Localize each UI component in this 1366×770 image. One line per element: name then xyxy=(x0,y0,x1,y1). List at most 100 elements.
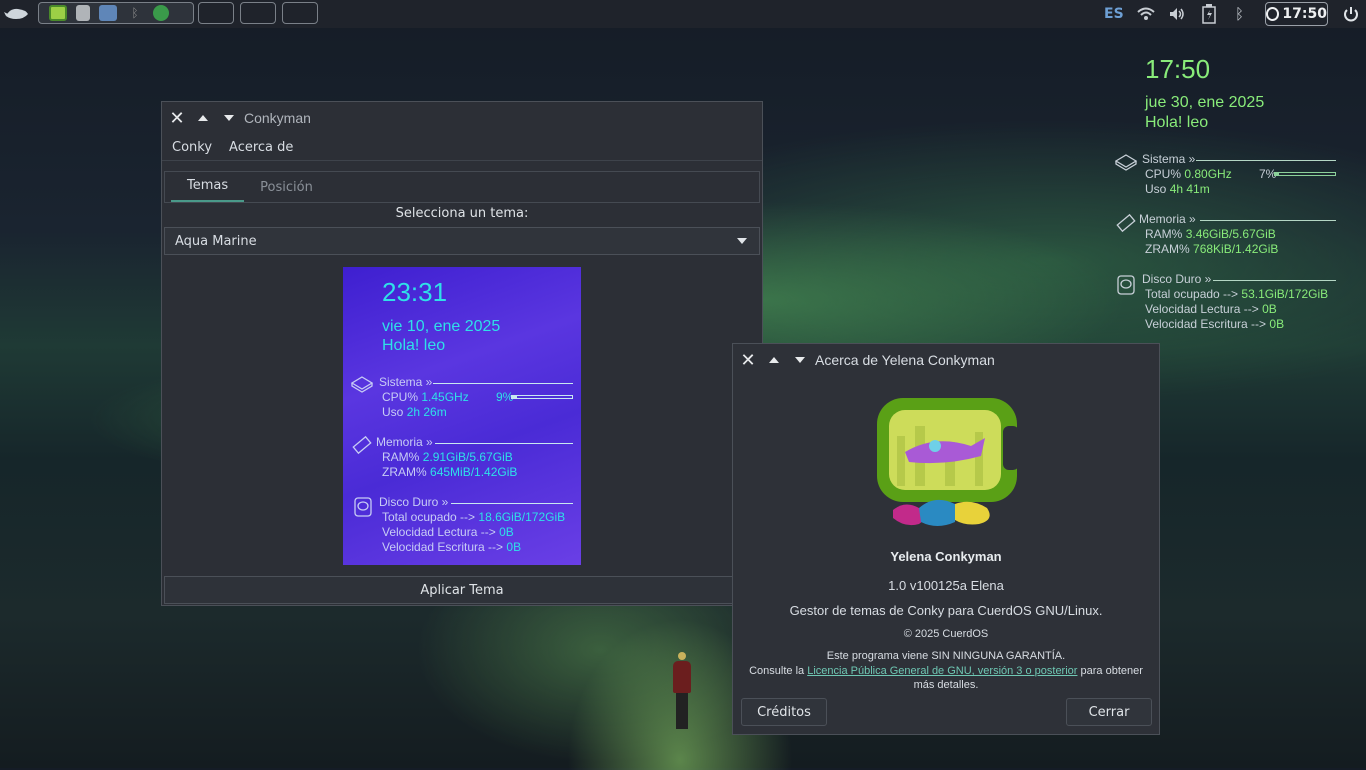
preview-disk-read-value: 0B xyxy=(499,525,514,539)
system-section-title: Sistema » xyxy=(1142,152,1196,166)
minimize-icon[interactable] xyxy=(795,357,805,363)
chat-app-icon[interactable] xyxy=(49,5,67,21)
ram-label: RAM% xyxy=(1145,227,1183,241)
license-notice: Consulte la Licencia Pública General de … xyxy=(733,664,1159,692)
uptime-label: Uso xyxy=(1145,182,1167,196)
preview-zram-value: 645MiB/1.42GiB xyxy=(430,465,518,479)
memory-section-title: Memoria » xyxy=(1139,212,1196,226)
ram-value: 3.46GiB/5.67GiB xyxy=(1185,227,1276,241)
panel-clock[interactable]: 17:50 xyxy=(1265,2,1328,26)
close-button[interactable]: Cerrar xyxy=(1066,698,1152,726)
about-titlebar[interactable]: ✕ Acerca de Yelena Conkyman xyxy=(733,344,1159,376)
tab-bar: Temas Posición xyxy=(165,172,759,203)
theme-dropdown[interactable]: Aqua Marine xyxy=(164,227,760,255)
disk-read-label: Velocidad Lectura --> xyxy=(1145,302,1259,316)
disk-total-label: Total ocupado --> xyxy=(1145,287,1239,301)
bluetooth-app-icon[interactable]: ᛒ xyxy=(126,5,144,21)
menu-conky[interactable]: Conky xyxy=(172,140,212,155)
window-title: Conkyman xyxy=(244,110,311,126)
preview-cpu-label: CPU% xyxy=(382,390,419,404)
menu-logo-icon[interactable] xyxy=(4,5,30,23)
app-logo-icon xyxy=(877,398,1019,526)
disk-read-value: 0B xyxy=(1262,302,1277,316)
minimize-icon[interactable] xyxy=(224,115,234,121)
battery-icon[interactable] xyxy=(1202,4,1216,24)
preview-ram-chip-icon xyxy=(352,435,372,455)
license-suffix: para obtener xyxy=(1080,665,1143,677)
maximize-icon[interactable] xyxy=(198,115,208,121)
bluetooth-icon[interactable]: ᛒ xyxy=(1235,5,1244,23)
power-icon[interactable] xyxy=(1343,6,1359,22)
disk-write-value: 0B xyxy=(1269,317,1285,331)
about-window-title: Acerca de Yelena Conkyman xyxy=(815,352,995,368)
tab-temas[interactable]: Temas xyxy=(171,178,245,202)
file-manager-icon[interactable] xyxy=(99,5,117,21)
disk-total-value: 53.1GiB/172GiB xyxy=(1241,287,1329,301)
credits-button[interactable]: Créditos xyxy=(741,698,827,726)
theme-dropdown-value: Aqua Marine xyxy=(175,233,257,249)
preview-cpu-freq: 1.45GHz xyxy=(421,390,469,404)
close-icon[interactable]: ✕ xyxy=(735,350,761,371)
zram-label: ZRAM% xyxy=(1145,242,1190,256)
preview-cpu-usage-bar xyxy=(511,395,573,399)
ram-chip-icon xyxy=(1116,213,1136,233)
preview-ram-value: 2.91GiB/5.67GiB xyxy=(422,450,513,464)
app-name: Yelena Conkyman xyxy=(890,549,1002,564)
app-description: Gestor de temas de Conky para CuerdOS GN… xyxy=(789,603,1103,618)
conky-greeting: Hola! leo xyxy=(1145,114,1209,131)
license-link[interactable]: Licencia Pública General de GNU, versión… xyxy=(807,665,1077,677)
app-version: 1.0 v100125a Elena xyxy=(888,578,1004,593)
preview-date: vie 10, ene 2025 xyxy=(382,318,501,335)
workspace-2[interactable] xyxy=(240,2,276,24)
cpu-usage-bar xyxy=(1274,172,1336,176)
preview-disk-write-label: Velocidad Escritura --> xyxy=(382,540,504,554)
keyboard-layout-indicator[interactable]: ES xyxy=(1104,0,1124,28)
wifi-icon[interactable] xyxy=(1137,7,1155,21)
launcher-group: ᛒ xyxy=(38,2,194,24)
preview-uptime-label: Uso xyxy=(382,405,404,419)
select-theme-label: Selecciona un tema: xyxy=(395,206,529,221)
menubar: Conky Acerca de xyxy=(162,134,762,161)
wallpaper-person-figure xyxy=(672,652,692,732)
tab-container: Temas Posición xyxy=(164,171,760,203)
preview-cpu-chip-icon xyxy=(351,376,373,393)
workspace-1[interactable] xyxy=(198,2,234,24)
close-icon[interactable]: ✕ xyxy=(164,108,190,129)
app-copyright: © 2025 CuerdOS xyxy=(903,628,989,640)
preview-zram-label: ZRAM% xyxy=(382,465,427,479)
uptime-value: 4h 41m xyxy=(1169,182,1210,196)
cpu-freq: 0.80GHz xyxy=(1184,167,1232,181)
chevron-down-icon xyxy=(737,238,747,244)
tab-posicion[interactable]: Posición xyxy=(244,180,329,202)
zram-value: 768KiB/1.42GiB xyxy=(1193,242,1279,256)
workspace-3[interactable] xyxy=(282,2,318,24)
preview-ram-label: RAM% xyxy=(382,450,420,464)
preview-greeting: Hola! leo xyxy=(382,337,446,354)
preview-disk-read-label: Velocidad Lectura --> xyxy=(382,525,496,539)
preview-uptime-value: 2h 26m xyxy=(406,405,447,419)
clock-icon xyxy=(1266,7,1280,21)
apply-theme-button[interactable]: Aplicar Tema xyxy=(164,576,760,604)
preview-disk-total-value: 18.6GiB/172GiB xyxy=(478,510,566,524)
volume-icon[interactable] xyxy=(1169,7,1185,21)
warranty-notice: Este programa viene SIN NINGUNA GARANTÍA… xyxy=(826,650,1066,662)
preview-system-title: Sistema » xyxy=(379,375,433,389)
menu-acerca-de[interactable]: Acerca de xyxy=(229,140,293,155)
preview-disk-write-value: 0B xyxy=(506,540,522,554)
license-prefix: Consulte la xyxy=(749,665,805,677)
conkyman-window: ✕ Conkyman Conky Acerca de Temas Posició… xyxy=(161,101,763,606)
theme-preview-image: 23:31 vie 10, ene 2025 Hola! leo Sistema… xyxy=(343,267,581,565)
desktop-conky: 17:50 jue 30, ene 2025 Hola! leo Sistema… xyxy=(1110,52,1350,342)
text-editor-icon[interactable] xyxy=(76,5,90,21)
preview-time: 23:31 xyxy=(382,277,448,307)
preview-disk-total-label: Total ocupado --> xyxy=(382,510,476,524)
maximize-icon[interactable] xyxy=(769,357,779,363)
about-window: ✕ Acerca de Yelena Conkyman Yelena Conky… xyxy=(732,343,1160,735)
conkyman-titlebar[interactable]: ✕ Conkyman xyxy=(162,102,762,134)
cpu-label: CPU% xyxy=(1145,167,1182,181)
spotify-icon[interactable] xyxy=(153,5,169,21)
preview-hard-disk-icon xyxy=(354,497,372,517)
preview-disk-title: Disco Duro » xyxy=(379,495,449,509)
preview-memory-title: Memoria » xyxy=(376,435,433,449)
license-suffix-2: más detalles. xyxy=(913,679,979,691)
